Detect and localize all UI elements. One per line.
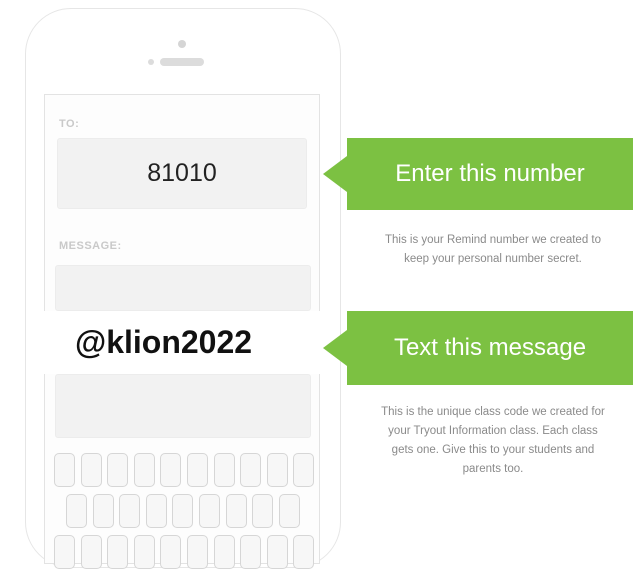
message-field[interactable] [55,265,311,311]
phone-speaker-icon [160,58,204,66]
keyboard-key[interactable] [278,494,300,528]
keyboard-key[interactable] [92,494,114,528]
step-enter-number-description: This is your Remind number we created to… [384,234,602,265]
keyboard-key[interactable] [293,453,315,487]
keyboard-key[interactable] [252,494,274,528]
class-code: @klion2022 [75,324,253,360]
keyboard-key[interactable] [187,535,208,569]
keyboard-key[interactable] [160,535,182,569]
keyboard-key[interactable] [107,535,129,569]
keyboard-key[interactable] [145,494,167,528]
phone-camera-icon [178,40,186,48]
to-field[interactable]: 81010 [57,138,307,209]
keyboard-key[interactable] [213,453,235,487]
phone-sensor-icon [148,59,154,65]
keyboard-key[interactable] [293,535,315,569]
step-enter-number-callout: Enter this number [323,138,633,210]
to-number: 81010 [147,159,217,187]
to-label: TO: [59,118,80,130]
keyboard-key[interactable] [199,494,220,528]
keyboard-key[interactable] [266,453,288,487]
keyboard-key[interactable] [225,494,247,528]
message-label: MESSAGE: [59,240,122,252]
keyboard-key[interactable] [266,535,288,569]
message-field-lower[interactable] [55,374,311,438]
keyboard-key[interactable] [160,453,182,487]
keyboard-key[interactable] [172,494,194,528]
keyboard-key[interactable] [240,453,262,487]
step-text-message-description: This is the unique class code we created… [381,406,605,475]
keyboard-key[interactable] [133,535,155,569]
keyboard-key[interactable] [119,494,141,528]
keyboard-key[interactable] [107,453,129,487]
keyboard-key[interactable] [54,453,75,487]
keyboard-key[interactable] [133,453,155,487]
keyboard-key[interactable] [213,535,235,569]
keyboard-key[interactable] [80,453,102,487]
keyboard-key[interactable] [240,535,262,569]
keyboard-key[interactable] [54,535,75,569]
keyboard-key[interactable] [66,494,87,528]
keyboard-key[interactable] [80,535,102,569]
keyboard-key[interactable] [187,453,208,487]
step-text-message-callout: Text this message [323,311,633,385]
